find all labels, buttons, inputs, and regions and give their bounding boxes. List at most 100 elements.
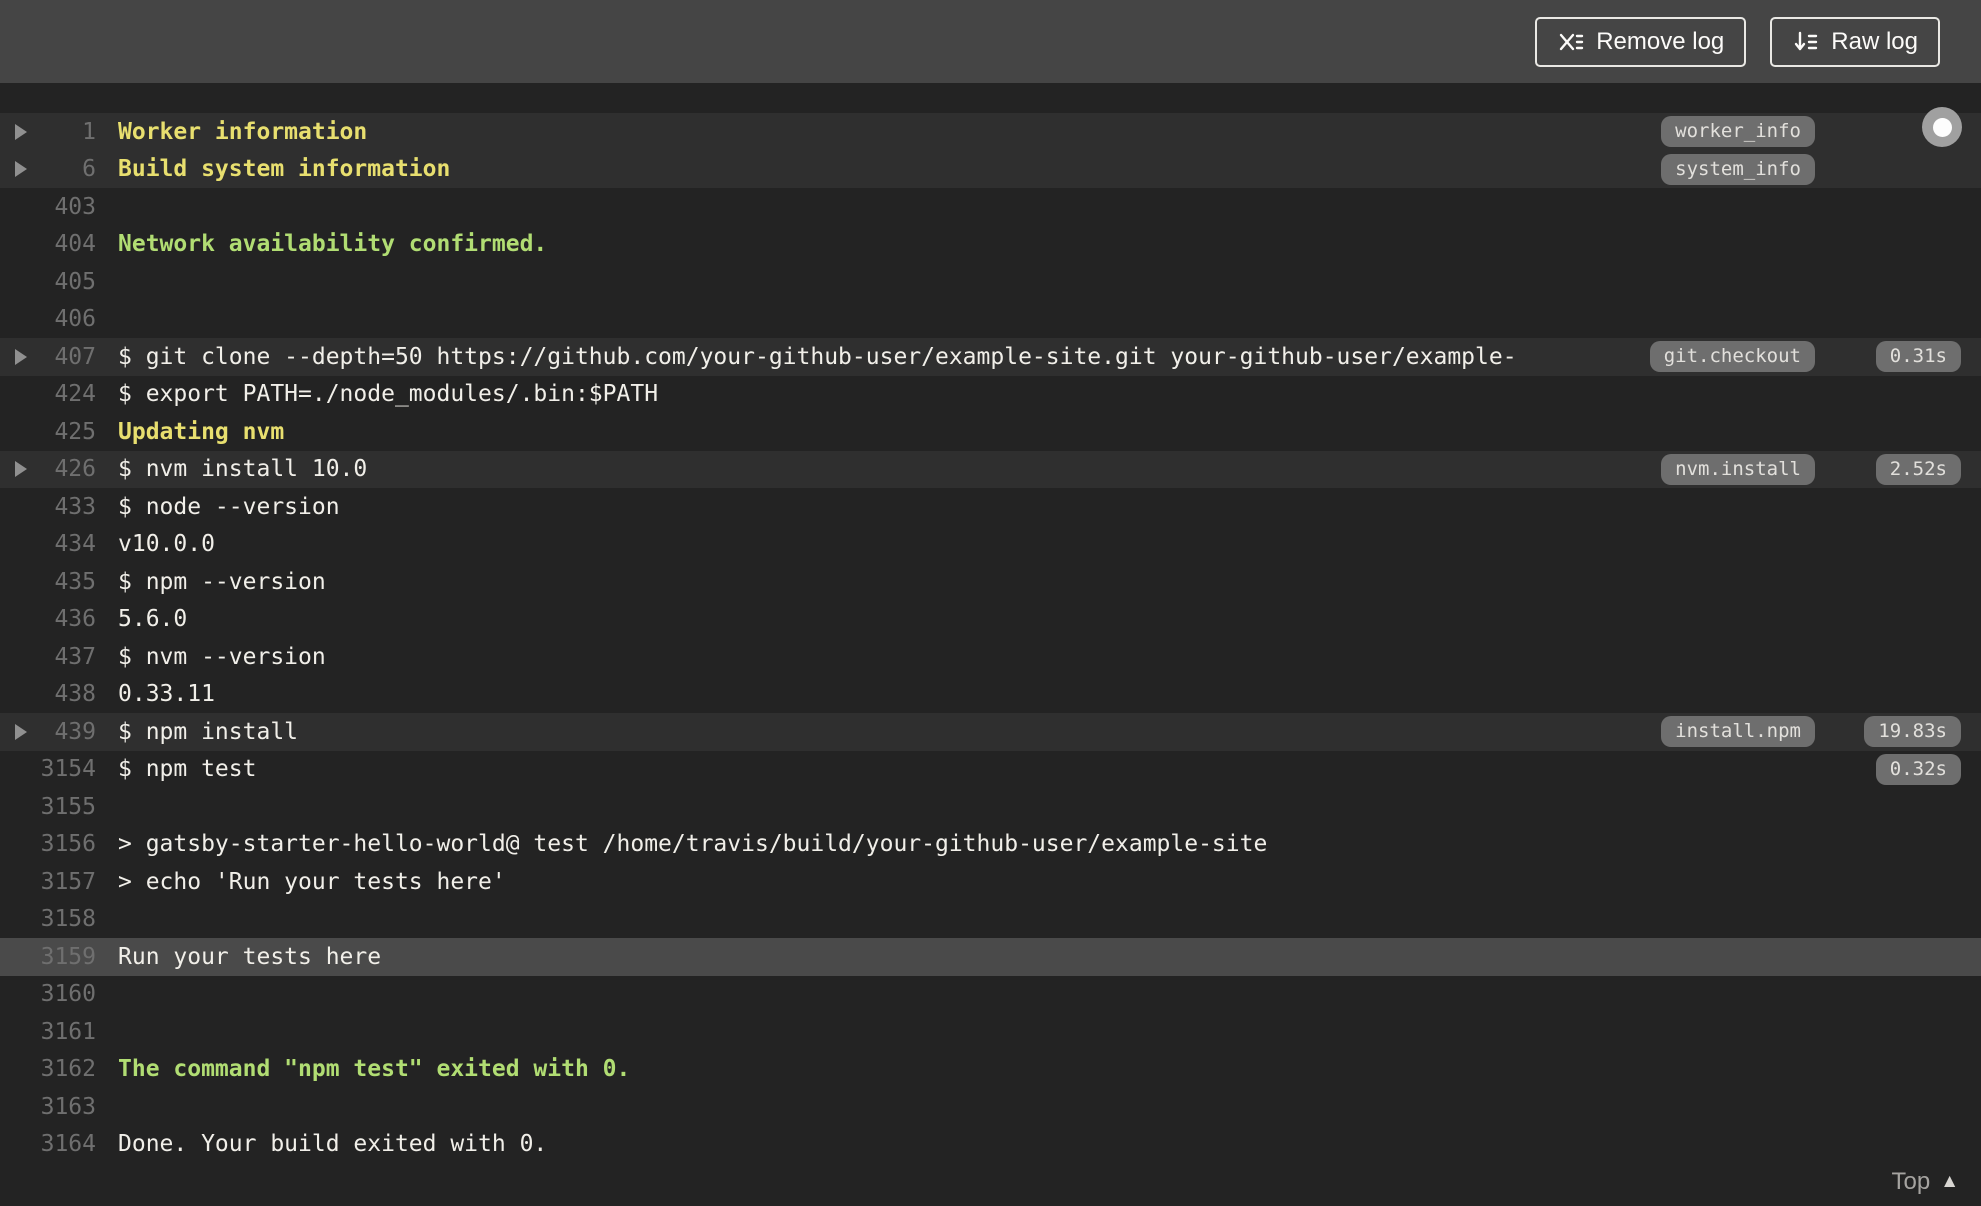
duration-slot: 0.32s [1815, 753, 1961, 785]
duration-badge: 0.32s [1875, 753, 1961, 785]
line-text: The command "npm test" exited with 0. [118, 1056, 631, 1083]
fold-toggle-arrow-icon[interactable] [15, 461, 27, 478]
line-number[interactable]: 405 [36, 269, 96, 295]
line-number[interactable]: 3161 [36, 1019, 96, 1045]
line-number[interactable]: 3164 [36, 1131, 96, 1157]
line-number[interactable]: 407 [36, 344, 96, 370]
log-line: 3164 Done. Your build exited with 0. [0, 1126, 1981, 1164]
log-line: 425 Updating nvm [0, 413, 1981, 451]
line-number[interactable]: 1 [36, 119, 96, 145]
line-tags: git.checkout 0.31s [1649, 341, 1961, 373]
line-text: Network availability confirmed. [118, 231, 548, 258]
log-toolbar: Remove log Raw log [0, 0, 1981, 83]
line-text: $ npm --version [118, 568, 326, 595]
line-number[interactable]: 435 [36, 569, 96, 595]
log-line: 407 $ git clone --depth=50 https://githu… [0, 338, 1981, 376]
line-text: > echo 'Run your tests here' [118, 868, 506, 895]
fold-arrow-cell [0, 348, 36, 365]
job-stage-tag: nvm.install [1661, 453, 1815, 485]
log-line: 436 5.6.0 [0, 601, 1981, 639]
line-tags: system_info [1661, 153, 1961, 185]
duration-slot: 0.31s [1815, 341, 1961, 373]
log-line: 3159 Run your tests here [0, 938, 1981, 976]
line-text: v10.0.0 [118, 531, 215, 558]
line-number[interactable]: 6 [36, 156, 96, 182]
line-number[interactable]: 403 [36, 194, 96, 220]
line-number[interactable]: 433 [36, 494, 96, 520]
log-line: 3161 [0, 1013, 1981, 1051]
line-text: Done. Your build exited with 0. [118, 1131, 548, 1158]
line-number[interactable]: 3160 [36, 981, 96, 1007]
fold-arrow-cell [0, 461, 36, 478]
line-text: Worker information [118, 118, 368, 145]
fold-toggle-arrow-icon[interactable] [15, 161, 27, 178]
line-number[interactable]: 424 [36, 381, 96, 407]
line-tags: install.npm 19.83s [1661, 716, 1961, 748]
job-stage-tag: install.npm [1661, 716, 1815, 748]
line-text: $ npm test [118, 756, 257, 783]
remove-log-button[interactable]: Remove log [1535, 16, 1747, 67]
duration-slot: 2.52s [1815, 453, 1961, 485]
line-number[interactable]: 3155 [36, 794, 96, 820]
log-line-list: 1 Worker information worker_info 6 Build… [0, 83, 1981, 1163]
line-number[interactable]: 437 [36, 644, 96, 670]
duration-badge: 0.31s [1875, 341, 1961, 373]
scroll-to-top-link[interactable]: Top ▲ [1891, 1168, 1959, 1196]
line-text: 0.33.11 [118, 681, 215, 708]
log-line: 403 [0, 188, 1981, 226]
log-line: 3158 [0, 901, 1981, 939]
line-number[interactable]: 3162 [36, 1056, 96, 1082]
line-text: > gatsby-starter-hello-world@ test /home… [118, 831, 1268, 858]
line-number[interactable]: 438 [36, 681, 96, 707]
line-number[interactable]: 439 [36, 719, 96, 745]
fold-toggle-arrow-icon[interactable] [15, 348, 27, 365]
log-line: 404 Network availability confirmed. [0, 226, 1981, 264]
line-number[interactable]: 425 [36, 419, 96, 445]
log-line: 6 Build system information system_info [0, 150, 1981, 188]
line-text: $ git clone --depth=50 https://github.co… [118, 343, 1517, 370]
fold-toggle-arrow-icon[interactable] [15, 123, 27, 140]
raw-log-icon [1792, 28, 1819, 55]
build-log-page: Remove log Raw log 1 Worker information … [0, 0, 1981, 1206]
job-stage-tag: git.checkout [1649, 341, 1815, 373]
fold-arrow-cell [0, 723, 36, 740]
line-number[interactable]: 3156 [36, 831, 96, 857]
line-tags: 0.32s [1815, 753, 1961, 785]
line-tags: nvm.install 2.52s [1661, 453, 1961, 485]
line-number[interactable]: 3157 [36, 869, 96, 895]
top-label: Top [1891, 1168, 1931, 1195]
log-line: 434 v10.0.0 [0, 526, 1981, 564]
log-line: 438 0.33.11 [0, 676, 1981, 714]
line-text: $ export PATH=./node_modules/.bin:$PATH [118, 381, 659, 408]
line-number[interactable]: 406 [36, 306, 96, 332]
log-line: 435 $ npm --version [0, 563, 1981, 601]
log-line: 3160 [0, 976, 1981, 1014]
scroll-indicator[interactable] [1922, 107, 1962, 147]
line-number[interactable]: 3163 [36, 1094, 96, 1120]
line-tags: worker_info [1661, 116, 1961, 148]
line-text: $ node --version [118, 493, 340, 520]
line-number[interactable]: 404 [36, 231, 96, 257]
job-stage-tag: system_info [1661, 153, 1815, 185]
line-number[interactable]: 436 [36, 606, 96, 632]
log-line: 439 $ npm install install.npm 19.83s [0, 713, 1981, 751]
line-text: $ npm install [118, 718, 299, 745]
fold-toggle-arrow-icon[interactable] [15, 723, 27, 740]
fold-arrow-cell [0, 161, 36, 178]
line-text: 5.6.0 [118, 606, 188, 633]
duration-badge: 2.52s [1875, 453, 1961, 485]
raw-log-label: Raw log [1831, 27, 1918, 55]
line-number[interactable]: 3154 [36, 756, 96, 782]
line-number[interactable]: 3158 [36, 906, 96, 932]
log-line: 433 $ node --version [0, 488, 1981, 526]
line-text: $ nvm --version [118, 643, 326, 670]
remove-log-label: Remove log [1596, 27, 1725, 55]
raw-log-button[interactable]: Raw log [1770, 16, 1940, 67]
log-line: 3155 [0, 788, 1981, 826]
line-number[interactable]: 434 [36, 531, 96, 557]
log-line: 3156 > gatsby-starter-hello-world@ test … [0, 826, 1981, 864]
caret-up-icon: ▲ [1940, 1171, 1959, 1192]
line-text: $ nvm install 10.0 [118, 456, 368, 483]
line-number[interactable]: 3159 [36, 944, 96, 970]
line-number[interactable]: 426 [36, 456, 96, 482]
